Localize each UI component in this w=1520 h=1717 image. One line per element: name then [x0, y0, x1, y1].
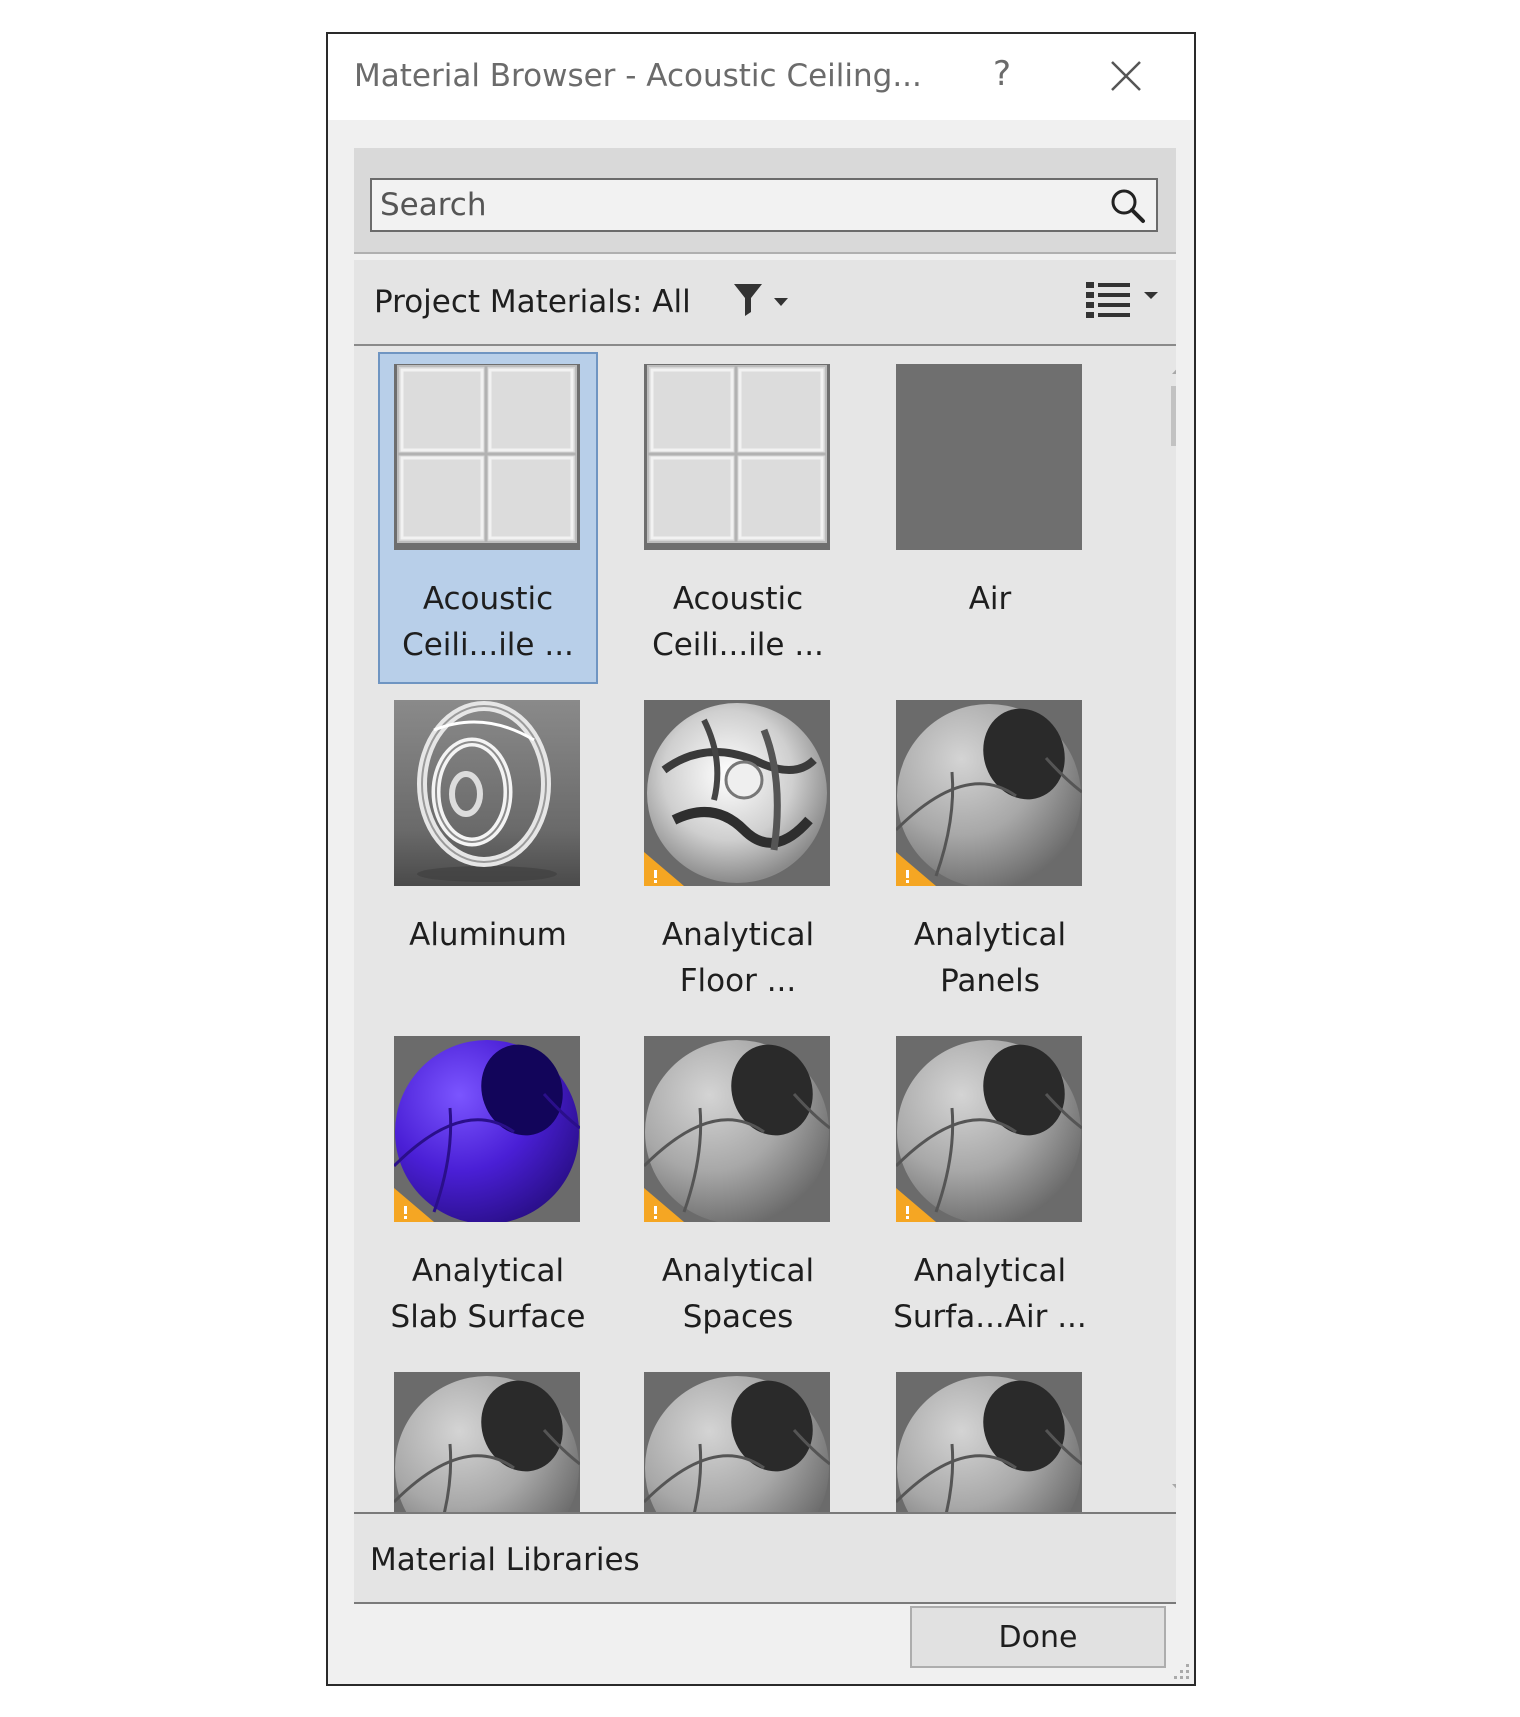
material-thumbnail: [644, 700, 830, 886]
material-label: Air: [968, 581, 1012, 617]
warning-icon: [644, 1188, 684, 1222]
scroll-thumb[interactable]: [1171, 386, 1176, 446]
material-tile[interactable]: Analytical Floor ...: [628, 688, 848, 1020]
warning-icon: [896, 1188, 936, 1222]
resize-grip-icon[interactable]: [1170, 1660, 1192, 1682]
material-libraries-panel[interactable]: Material Libraries: [354, 1514, 1176, 1604]
material-label: Acoustic Ceili...ile ...: [652, 581, 824, 663]
filter-dropdown-icon[interactable]: [732, 280, 794, 320]
material-tile[interactable]: [378, 1360, 598, 1512]
search-box[interactable]: [370, 178, 1158, 232]
material-tile[interactable]: [880, 1360, 1100, 1512]
material-label: Aluminum: [409, 917, 567, 953]
material-libraries-label: Material Libraries: [370, 1542, 640, 1578]
search-input[interactable]: [380, 180, 1080, 230]
material-label: Analytical Slab Surface: [390, 1253, 586, 1335]
material-thumbnail: [896, 364, 1082, 550]
material-thumbnail: [394, 700, 580, 886]
material-thumbnail: [394, 364, 580, 550]
material-thumbnail: [896, 1036, 1082, 1222]
material-label: Acoustic Ceili...ile ...: [402, 581, 574, 663]
view-options-icon[interactable]: [1084, 278, 1164, 324]
search-panel: [354, 148, 1176, 254]
material-thumbnail: [394, 1372, 580, 1512]
material-thumbnail: [896, 1372, 1082, 1512]
material-thumbnail: [394, 1036, 580, 1222]
material-label: Analytical Spaces: [661, 1253, 815, 1335]
window-title: Material Browser - Acoustic Ceiling...: [354, 58, 922, 94]
material-label: Analytical Surfa...Air ...: [893, 1253, 1087, 1335]
material-browser-dialog: Material Browser - Acoustic Ceiling... ?…: [326, 32, 1196, 1686]
material-tile[interactable]: Air: [880, 352, 1100, 684]
help-button[interactable]: ?: [982, 54, 1022, 94]
materials-grid[interactable]: Acoustic Ceili...ile ... Acoustic Ceili.…: [354, 346, 1176, 1514]
material-thumbnail: [896, 700, 1082, 886]
search-icon[interactable]: [1108, 186, 1148, 226]
material-label: Analytical Floor ...: [661, 917, 815, 999]
material-thumbnail: [644, 1372, 830, 1512]
material-tile[interactable]: Aluminum: [378, 688, 598, 1020]
close-icon[interactable]: [1106, 56, 1146, 96]
vertical-scrollbar[interactable]: [1168, 346, 1176, 1512]
project-materials-label: Project Materials: All: [374, 284, 691, 320]
scroll-down-arrow-icon[interactable]: [1168, 1478, 1176, 1502]
material-tile[interactable]: Acoustic Ceili...ile ...: [378, 352, 598, 684]
warning-icon: [644, 852, 684, 886]
material-label: Analytical Panels: [913, 917, 1067, 999]
warning-icon: [394, 1188, 434, 1222]
material-tile[interactable]: Acoustic Ceili...ile ...: [628, 352, 848, 684]
material-tile[interactable]: Analytical Panels: [880, 688, 1100, 1020]
material-tile[interactable]: Analytical Slab Surface: [378, 1024, 598, 1356]
project-materials-header: Project Materials: All: [354, 260, 1176, 346]
material-thumbnail: [644, 364, 830, 550]
warning-icon: [896, 852, 936, 886]
material-tile[interactable]: Analytical Surfa...Air ...: [880, 1024, 1100, 1356]
material-tile[interactable]: Analytical Spaces: [628, 1024, 848, 1356]
scroll-up-arrow-icon[interactable]: [1168, 356, 1176, 380]
material-tile[interactable]: [628, 1360, 848, 1512]
title-bar[interactable]: Material Browser - Acoustic Ceiling... ?: [328, 34, 1194, 120]
done-button[interactable]: Done: [910, 1606, 1166, 1668]
material-thumbnail: [644, 1036, 830, 1222]
